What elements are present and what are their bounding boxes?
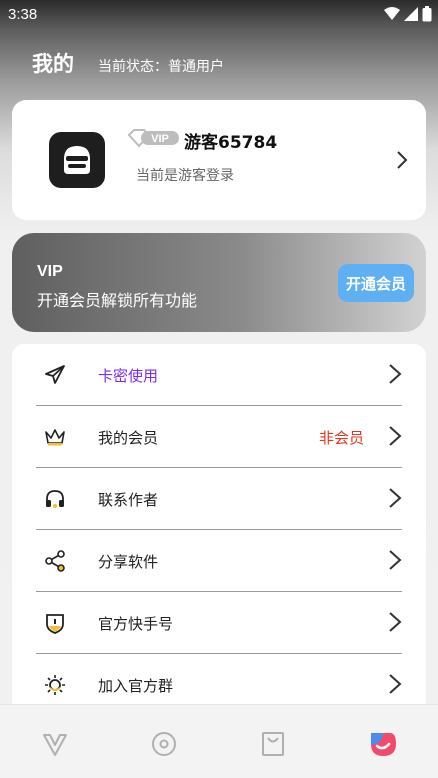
menu-item-official-kuaishou[interactable]: 官方快手号	[36, 592, 402, 654]
menu-item-label: 我的会员	[98, 429, 159, 447]
chevron-right-icon	[389, 488, 402, 508]
status-time: 3:38	[8, 6, 38, 23]
menu-item-label: 卡密使用	[98, 367, 159, 385]
user-status: 当前状态：普通用户	[98, 59, 224, 75]
headset-icon	[46, 490, 64, 508]
share-icon	[45, 550, 65, 572]
compass-icon[interactable]	[149, 729, 179, 759]
vip-banner-title: VIP	[37, 263, 63, 280]
vip-banner-description: 开通会员解锁所有功能	[37, 291, 198, 310]
login-hint: 当前是游客登录	[136, 168, 234, 184]
menu-item-label: 加入官方群	[98, 677, 174, 695]
status-icons	[384, 6, 432, 22]
menu-item-label: 官方快手号	[98, 615, 174, 633]
membership-status: 非会员	[318, 429, 364, 447]
chevron-right-icon	[389, 364, 402, 384]
battery-icon	[422, 6, 432, 22]
signal-icon	[404, 7, 418, 21]
sun-icon	[45, 675, 65, 695]
username: 游客65784	[184, 133, 278, 153]
home-v-icon[interactable]	[40, 729, 70, 759]
chevron-right-icon	[397, 151, 408, 169]
profile-icon[interactable]	[368, 729, 398, 759]
paper-plane-icon	[45, 365, 65, 384]
page-header: 我的 当前状态：普通用户	[32, 48, 224, 78]
bottom-tab-bar	[0, 704, 438, 778]
menu-item-label: 联系作者	[98, 491, 159, 509]
status-bar: 3:38	[0, 0, 438, 32]
page-title: 我的	[32, 52, 74, 76]
chevron-right-icon	[389, 674, 402, 694]
vip-banner[interactable]: VIP 开通会员解锁所有功能 开通会员	[12, 233, 426, 332]
avatar	[49, 132, 105, 188]
vip-badge-text: VIP	[151, 133, 169, 145]
menu-item-share-app[interactable]: 分享软件	[36, 530, 402, 592]
vip-diamond-icon: VIP	[127, 129, 179, 148]
profile-card[interactable]: VIP 游客65784 当前是游客登录	[12, 100, 426, 220]
wifi-icon	[384, 7, 400, 20]
menu-item-label: 分享软件	[98, 553, 159, 571]
chevron-right-icon	[389, 612, 402, 632]
shield-icon	[46, 614, 64, 634]
menu-item-contact-author[interactable]: 联系作者	[36, 468, 402, 530]
bag-icon[interactable]	[258, 729, 288, 759]
menu-item-my-membership[interactable]: 我的会员 非会员	[36, 406, 402, 468]
helmet-icon	[64, 146, 90, 174]
open-membership-button[interactable]: 开通会员	[338, 264, 414, 302]
menu-item-card-code[interactable]: 卡密使用	[36, 344, 402, 406]
menu-list: 卡密使用 我的会员 非会员 联系作者 分享软件 官方快手号 加入官方群	[12, 344, 426, 714]
chevron-right-icon	[389, 426, 402, 446]
chevron-right-icon	[389, 550, 402, 570]
crown-icon	[45, 429, 65, 446]
